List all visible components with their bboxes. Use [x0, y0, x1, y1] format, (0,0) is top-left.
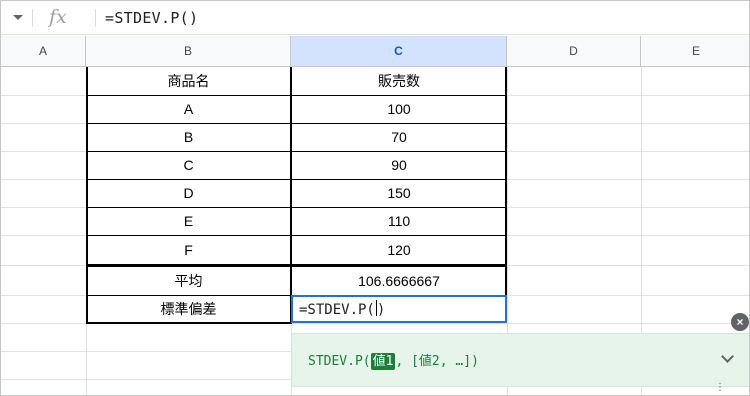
- formula-bar: fx =STDEV.P(): [1, 1, 749, 35]
- column-header-e[interactable]: E: [641, 36, 749, 67]
- function-signature: STDEV.P(値1, [値2, …]): [308, 353, 479, 370]
- current-argument: 値1: [370, 353, 396, 370]
- table-cell-sales[interactable]: 150: [291, 179, 507, 207]
- chevron-down-icon[interactable]: [721, 350, 734, 363]
- table-cell-item[interactable]: E: [86, 207, 291, 235]
- divider: [95, 9, 96, 27]
- average-value-cell[interactable]: 106.6666667: [291, 267, 507, 295]
- table-cell-item[interactable]: D: [86, 179, 291, 207]
- table-cell-item[interactable]: F: [86, 235, 291, 265]
- table-cell-sales[interactable]: 90: [291, 151, 507, 179]
- table-border: [86, 95, 507, 96]
- formula-input[interactable]: =STDEV.P(): [105, 9, 198, 27]
- active-cell-editor[interactable]: =STDEV.P(): [291, 295, 507, 323]
- table-border: [86, 322, 292, 324]
- table-border: [86, 151, 507, 152]
- table-border: [86, 67, 88, 324]
- more-vert-icon[interactable]: ⋮: [715, 383, 725, 393]
- fx-icon: fx: [49, 6, 67, 28]
- table-border: [86, 179, 507, 180]
- table-border: [86, 264, 507, 267]
- table-border: [86, 123, 507, 124]
- column-header-d[interactable]: D: [507, 36, 641, 67]
- cell-formula-text[interactable]: =STDEV.P(): [299, 300, 385, 318]
- table-cell-sales[interactable]: 110: [291, 207, 507, 235]
- divider: [32, 9, 33, 27]
- table-cell-item[interactable]: C: [86, 151, 291, 179]
- spreadsheet-window: fx =STDEV.P() A B C D E 商品名 販売数 A 100 B …: [0, 0, 750, 396]
- table-cell-sales[interactable]: 100: [291, 95, 507, 123]
- table-border: [290, 67, 292, 324]
- header-cell-item[interactable]: 商品名: [86, 67, 291, 95]
- header-cell-sales[interactable]: 販売数: [291, 67, 507, 95]
- table-cell-item[interactable]: B: [86, 123, 291, 151]
- name-box-dropdown-icon[interactable]: [13, 15, 23, 20]
- stdev-label-cell[interactable]: 標準偏差: [86, 295, 291, 323]
- close-icon[interactable]: ×: [731, 313, 749, 331]
- table-border: [86, 207, 507, 208]
- table-cell-sales[interactable]: 70: [291, 123, 507, 151]
- table-cell-sales[interactable]: 120: [291, 235, 507, 265]
- average-label-cell[interactable]: 平均: [86, 267, 291, 295]
- column-header-c[interactable]: C: [291, 36, 507, 67]
- table-cell-item[interactable]: A: [86, 95, 291, 123]
- function-help-tooltip[interactable]: STDEV.P(値1, [値2, …]): [291, 333, 749, 387]
- column-header-a[interactable]: A: [1, 36, 86, 67]
- text-caret: [375, 300, 377, 316]
- column-header-b[interactable]: B: [86, 36, 291, 67]
- table-border: [86, 235, 507, 236]
- table-border: [505, 67, 507, 295]
